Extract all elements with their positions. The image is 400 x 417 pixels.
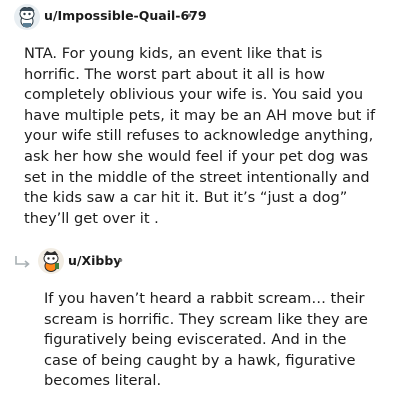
meta-separator: • <box>117 254 125 268</box>
meta-separator: • <box>186 9 194 23</box>
comment-body: If you haven’t heard a rabbit scream… th… <box>44 290 368 390</box>
reply-arrow-icon <box>14 254 32 268</box>
comment-author[interactable]: u/Xibby <box>68 253 121 268</box>
comment-author[interactable]: u/Impossible-Quail-679 <box>44 8 207 23</box>
snoo-avatar-icon[interactable] <box>14 4 40 30</box>
comment-body: NTA. For young kids, an event like that … <box>24 45 376 227</box>
snoo-avatar-icon[interactable] <box>38 248 64 274</box>
